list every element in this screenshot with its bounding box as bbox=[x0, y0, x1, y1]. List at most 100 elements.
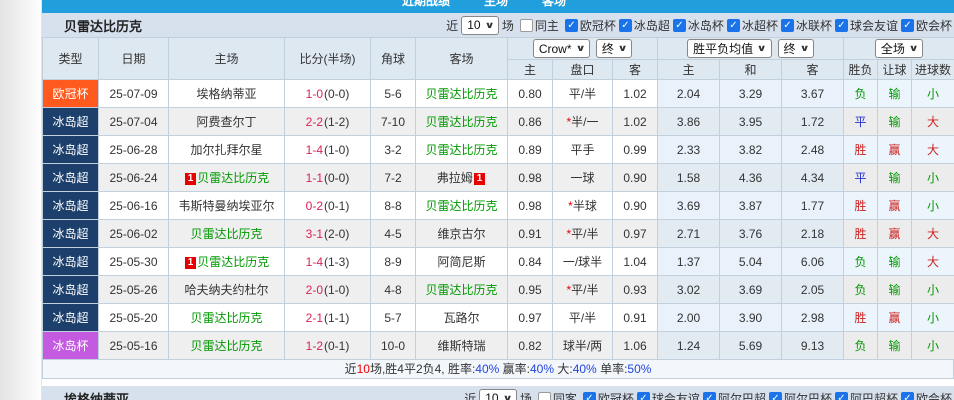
table-row: 冰岛超25-07-04阿费查尔丁2-2(1-2)7-10贝雷达比历克0.86*半… bbox=[43, 108, 954, 136]
league-checkbox[interactable]: ✓ bbox=[901, 392, 914, 400]
cell-odds-home: 0.95 bbox=[508, 276, 553, 304]
nav-tab[interactable]: 主场 bbox=[484, 0, 508, 11]
league-checkbox[interactable]: ✓ bbox=[637, 392, 650, 400]
cell-odds-home: 0.82 bbox=[508, 332, 553, 360]
red-card-badge: 1 bbox=[185, 257, 197, 269]
cell-odds-away: 1.02 bbox=[613, 108, 658, 136]
team-section-header-bottom: 埃格纳蒂亚 近 10∨ 场 同客 ✓欧冠杯✓球会友谊✓阿尔巴超✓阿尔巴杯✓阿巴超… bbox=[42, 386, 954, 400]
avg-odds-select[interactable]: 胜平负均值∨ bbox=[687, 39, 771, 58]
same-venue-checkbox-bottom[interactable] bbox=[538, 392, 551, 400]
bookmaker-select[interactable]: Crow*∨ bbox=[533, 39, 590, 58]
league-filter: ✓球会友谊 bbox=[637, 390, 700, 400]
cell-league: 冰岛超 bbox=[43, 164, 99, 192]
filter-controls-bottom: 近 10∨ 场 同客 ✓欧冠杯✓球会友谊✓阿尔巴超✓阿尔巴杯✓阿巴超杯✓欧会杯 bbox=[464, 389, 954, 400]
cell-result-handicap: 输 bbox=[878, 332, 912, 360]
league-checkbox[interactable]: ✓ bbox=[769, 392, 782, 400]
cell-date: 25-06-24 bbox=[99, 164, 169, 192]
league-filter: ✓冰联杯 bbox=[781, 17, 832, 34]
cell-odds-home: 0.91 bbox=[508, 220, 553, 248]
nav-tab[interactable]: 近期战绩 bbox=[402, 0, 450, 11]
league-label: 欧会杯 bbox=[916, 17, 952, 34]
cell-away-team: 瓦路尔 bbox=[416, 304, 508, 332]
table-row: 冰岛杯25-05-16贝雷达比历克1-2(0-1)10-0维斯特瑞0.82球半/… bbox=[43, 332, 954, 360]
match-count-select-bottom[interactable]: 10∨ bbox=[479, 389, 517, 400]
league-checkbox[interactable]: ✓ bbox=[619, 19, 632, 32]
cell-league: 欧冠杯 bbox=[43, 80, 99, 108]
league-label: 阿尔巴超 bbox=[718, 390, 766, 400]
final-odds-select-1[interactable]: 终∨ bbox=[596, 39, 632, 58]
cell-corner: 8-9 bbox=[371, 248, 416, 276]
handicap-select-group: Crow*∨ 终∨ bbox=[508, 38, 658, 60]
cell-result-goals: 小 bbox=[912, 304, 954, 332]
league-filters-bottom: ✓欧冠杯✓球会友谊✓阿尔巴超✓阿尔巴杯✓阿巴超杯✓欧会杯 bbox=[580, 390, 952, 400]
cell-date: 25-05-30 bbox=[99, 248, 169, 276]
table-row: 冰岛超25-06-02贝雷达比历克3-1(2-0)4-5维京古尔0.91*平/半… bbox=[43, 220, 954, 248]
league-checkbox[interactable]: ✓ bbox=[727, 19, 740, 32]
league-filter: ✓冰岛超 bbox=[619, 17, 670, 34]
cell-handicap: 平/半 bbox=[553, 304, 613, 332]
league-filter: ✓欧会杯 bbox=[901, 17, 952, 34]
table-row: 欧冠杯25-07-09埃格纳蒂亚1-0(0-0)5-6贝雷达比历克0.80平/半… bbox=[43, 80, 954, 108]
league-filter: ✓欧会杯 bbox=[901, 390, 952, 400]
cell-corner: 7-10 bbox=[371, 108, 416, 136]
cell-avg-away: 2.98 bbox=[782, 304, 844, 332]
league-checkbox[interactable]: ✓ bbox=[583, 392, 596, 400]
cell-avg-away: 3.67 bbox=[782, 80, 844, 108]
league-label: 欧冠杯 bbox=[580, 17, 616, 34]
cell-date: 25-05-16 bbox=[99, 332, 169, 360]
league-checkbox[interactable]: ✓ bbox=[565, 19, 578, 32]
cell-avg-away: 1.72 bbox=[782, 108, 844, 136]
table-row: 冰岛超25-06-16韦斯特曼纳埃亚尔0-2(0-1)8-8贝雷达比历克0.98… bbox=[43, 192, 954, 220]
same-venue-filter: 同主 bbox=[520, 17, 559, 34]
history-table: 类型 日期 主场 比分(半场) 角球 客场 Crow*∨ 终∨ 胜平负均 bbox=[42, 37, 954, 360]
cell-result-wdl: 负 bbox=[844, 332, 878, 360]
cell-odds-away: 1.06 bbox=[613, 332, 658, 360]
cell-result-goals: 小 bbox=[912, 80, 954, 108]
same-venue-label-bottom: 同客 bbox=[553, 390, 577, 400]
cell-result-goals: 小 bbox=[912, 164, 954, 192]
nav-tab[interactable]: 客场 bbox=[542, 0, 566, 11]
cell-avg-home: 3.02 bbox=[658, 276, 720, 304]
league-checkbox[interactable]: ✓ bbox=[781, 19, 794, 32]
cell-away-team: 贝雷达比历克 bbox=[416, 192, 508, 220]
cell-odds-home: 0.98 bbox=[508, 164, 553, 192]
scope-select[interactable]: 全场∨ bbox=[875, 39, 923, 58]
cell-away-team: 贝雷达比历克 bbox=[416, 136, 508, 164]
cell-result-wdl: 负 bbox=[844, 276, 878, 304]
team-section-header-top: 贝雷达比历克 近 10∨ 场 同主 ✓欧冠杯✓冰岛超✓冰岛杯✓冰超杯✓冰联杯✓球… bbox=[42, 13, 954, 37]
cell-avg-draw: 3.90 bbox=[720, 304, 782, 332]
final-odds-select-2[interactable]: 终∨ bbox=[778, 39, 814, 58]
chevron-down-icon: ∨ bbox=[484, 20, 494, 31]
league-checkbox[interactable]: ✓ bbox=[835, 392, 848, 400]
summary-segment: 赢率: bbox=[499, 362, 530, 376]
cell-odds-home: 0.84 bbox=[508, 248, 553, 276]
cell-result-handicap: 输 bbox=[878, 108, 912, 136]
cell-odds-away: 0.97 bbox=[613, 220, 658, 248]
col-header-home: 主场 bbox=[169, 38, 285, 80]
cell-score: 3-1(2-0) bbox=[285, 220, 371, 248]
cell-odds-home: 0.86 bbox=[508, 108, 553, 136]
league-checkbox[interactable]: ✓ bbox=[703, 392, 716, 400]
subcol-result-handicap: 让球 bbox=[878, 60, 912, 80]
table-row: 冰岛超25-06-241贝雷达比历克1-1(0-0)7-2弗拉姆10.98一球0… bbox=[43, 164, 954, 192]
nav-tabs: 近期战绩 主场 客场 bbox=[42, 0, 954, 11]
cell-avg-away: 2.48 bbox=[782, 136, 844, 164]
league-checkbox[interactable]: ✓ bbox=[673, 19, 686, 32]
chevron-down-icon: ∨ bbox=[502, 393, 512, 400]
same-venue-checkbox[interactable] bbox=[520, 19, 533, 32]
cell-result-wdl: 胜 bbox=[844, 136, 878, 164]
cell-league: 冰岛超 bbox=[43, 276, 99, 304]
match-count-select[interactable]: 10∨ bbox=[461, 16, 499, 35]
cell-date: 25-06-28 bbox=[99, 136, 169, 164]
cell-odds-away: 0.99 bbox=[613, 136, 658, 164]
chevron-down-icon: ∨ bbox=[908, 43, 918, 54]
cell-league: 冰岛超 bbox=[43, 108, 99, 136]
league-label: 欧冠杯 bbox=[598, 390, 634, 400]
cell-avg-home: 1.24 bbox=[658, 332, 720, 360]
top-navbar: 近期战绩 主场 客场 bbox=[42, 0, 954, 13]
league-checkbox[interactable]: ✓ bbox=[835, 19, 848, 32]
chevron-down-icon: ∨ bbox=[575, 43, 585, 54]
red-card-badge: 1 bbox=[474, 173, 486, 185]
league-label: 冰超杯 bbox=[742, 17, 778, 34]
league-checkbox[interactable]: ✓ bbox=[901, 19, 914, 32]
